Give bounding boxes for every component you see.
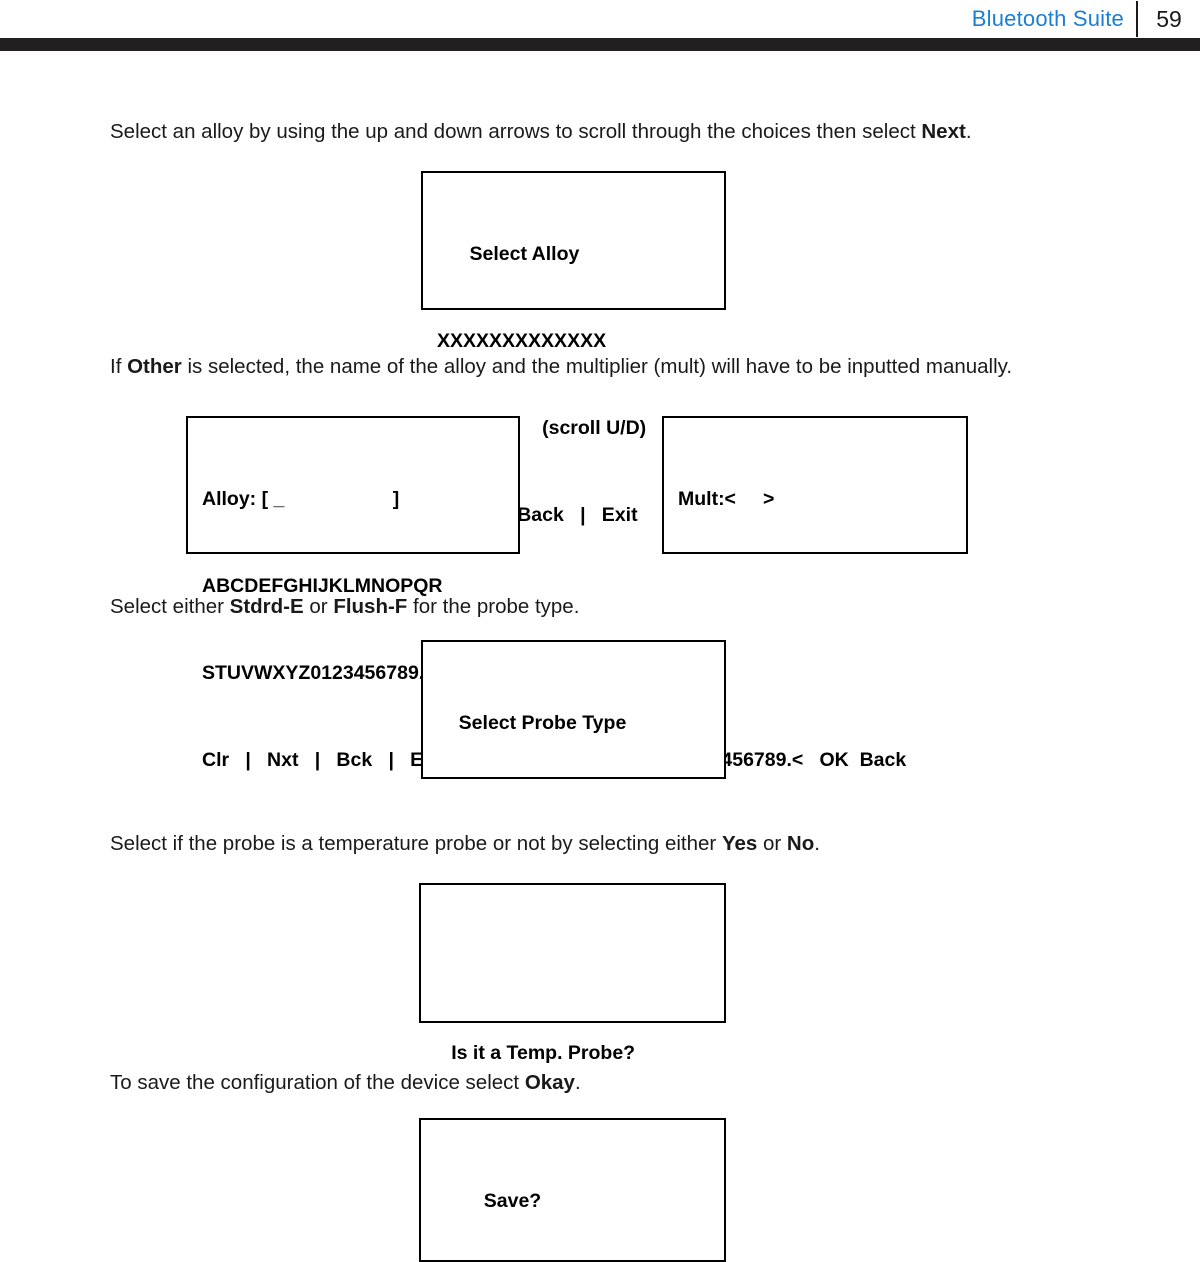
lcd-line: Select Alloy xyxy=(437,243,580,265)
text-segment: or xyxy=(303,595,334,618)
paragraph-other-alloy: If Other is selected, the name of the al… xyxy=(110,354,1012,380)
emphasis-yes: Yes xyxy=(721,832,758,855)
lcd-temp-probe-question[interactable]: Is it a Temp. Probe? Yes | No | Bck | Ex… xyxy=(419,883,726,1238)
paragraph-save-config: To save the configuration of the device … xyxy=(110,1070,581,1096)
text-segment: . xyxy=(814,832,820,855)
lcd-save-confirm[interactable]: Save? ID: XXX TAGNAME Okay | Back | Exit xyxy=(419,1118,726,1262)
lcd-alloy-name-entry[interactable]: Alloy: [ _ ] ABCDEFGHIJKLMNOPQR STUVWXYZ… xyxy=(186,416,520,771)
paragraph-select-alloy: Select an alloy by using the up and down… xyxy=(110,119,972,145)
emphasis-next: Next xyxy=(921,120,966,143)
header-title: Bluetooth Suite xyxy=(971,6,1124,31)
lcd-line: Save? xyxy=(435,1190,542,1212)
lcd-line xyxy=(435,952,710,981)
lcd-select-alloy[interactable]: Select Alloy XXXXXXXXXXXXX XXXXXX (scrol… xyxy=(421,171,726,526)
lcd-select-probe-type[interactable]: Select Probe Type Stdrd-E | Flush-F Back… xyxy=(421,640,726,995)
page-number: 59 xyxy=(1156,5,1182,32)
paragraph-probe-type: Select either Stdrd-E or Flush-F for the… xyxy=(110,594,579,620)
text-segment: for the probe type. xyxy=(407,595,580,618)
text-segment: To save the configuration of the device … xyxy=(110,1071,525,1094)
lcd-line xyxy=(678,572,952,601)
text-segment: Select if the probe is a temperature pro… xyxy=(110,832,722,855)
page-header: Bluetooth Suite 59 xyxy=(0,0,1200,38)
text-segment: Select an alloy by using the up and down… xyxy=(110,120,922,143)
emphasis-okay: Okay xyxy=(524,1071,575,1094)
text-segment: If xyxy=(110,355,128,378)
emphasis-flush-f: Flush-F xyxy=(333,595,408,618)
lcd-line: Select Probe Type xyxy=(437,712,627,734)
text-segment: . xyxy=(965,120,972,143)
paragraph-temp-probe: Select if the probe is a temperature pro… xyxy=(110,831,820,857)
emphasis-no: No xyxy=(786,832,815,855)
header-rule xyxy=(0,38,1200,51)
lcd-multiplier-entry[interactable]: Mult:< > 0123456789.< OK Back xyxy=(662,416,968,771)
lcd-line-field[interactable]: Mult:< > xyxy=(678,485,952,514)
lcd-line: XXXXXXXXXXXXX xyxy=(437,330,607,352)
lcd-line-field[interactable]: Alloy: [ _ ] xyxy=(202,485,504,514)
text-segment: . xyxy=(574,1071,581,1094)
text-segment: is selected, the name of the alloy and t… xyxy=(181,355,1013,378)
text-segment: or xyxy=(757,832,787,855)
emphasis-stdrd-e: Stdrd-E xyxy=(229,595,304,618)
document-page: Bluetooth Suite 59 Select an alloy by us… xyxy=(0,0,1200,1262)
lcd-line xyxy=(437,796,710,825)
lcd-line: Is it a Temp. Probe? xyxy=(435,1042,636,1064)
text-segment: Select either xyxy=(110,595,230,618)
emphasis-other: Other xyxy=(127,355,182,378)
